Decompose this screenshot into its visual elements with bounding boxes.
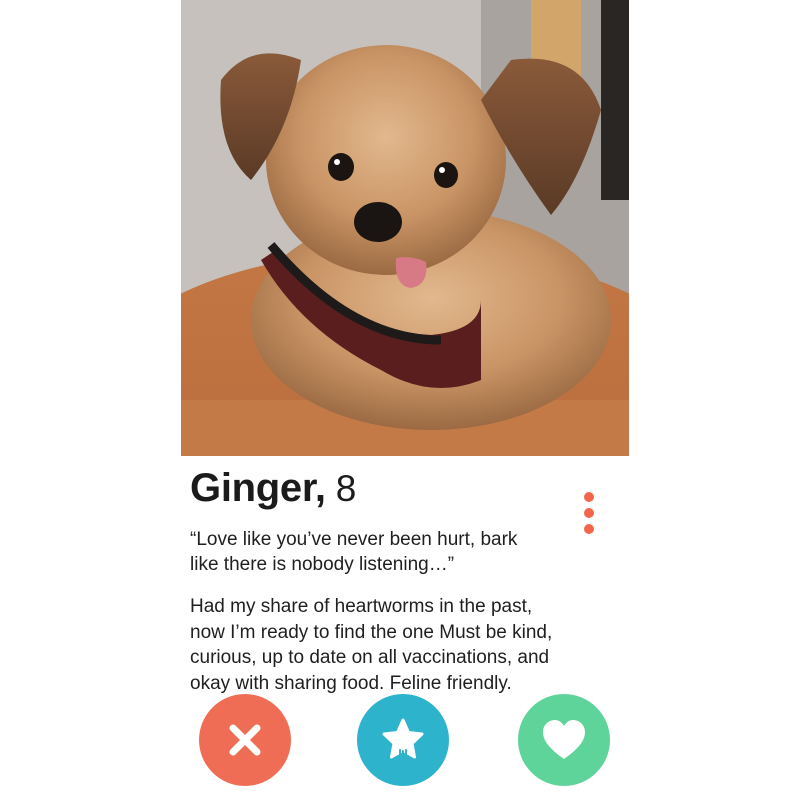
menu-dot — [584, 524, 594, 534]
more-vertical-icon[interactable] — [580, 490, 598, 538]
dog-photo-illustration — [181, 0, 629, 456]
profile-photo[interactable] — [181, 0, 629, 456]
profile-quote: “Love like you’ve never been hurt, bark … — [190, 529, 518, 575]
heart-icon — [543, 720, 585, 759]
like-button[interactable] — [518, 694, 610, 786]
close-icon — [229, 724, 261, 756]
menu-dot — [584, 508, 594, 518]
profile-bio: Had my share of heartworms in the past, … — [190, 596, 553, 694]
menu-dot — [584, 492, 594, 502]
profile-name: Ginger, — [190, 466, 326, 510]
super-like-button[interactable] — [357, 694, 449, 786]
profile-age: 8 — [335, 468, 357, 509]
profile-name-row: Ginger, 8 — [190, 466, 356, 516]
star-icon — [382, 718, 424, 763]
nope-button[interactable] — [199, 694, 291, 786]
profile-card-screen: Ginger, 8 “Love like you’ve never been h… — [0, 0, 808, 808]
